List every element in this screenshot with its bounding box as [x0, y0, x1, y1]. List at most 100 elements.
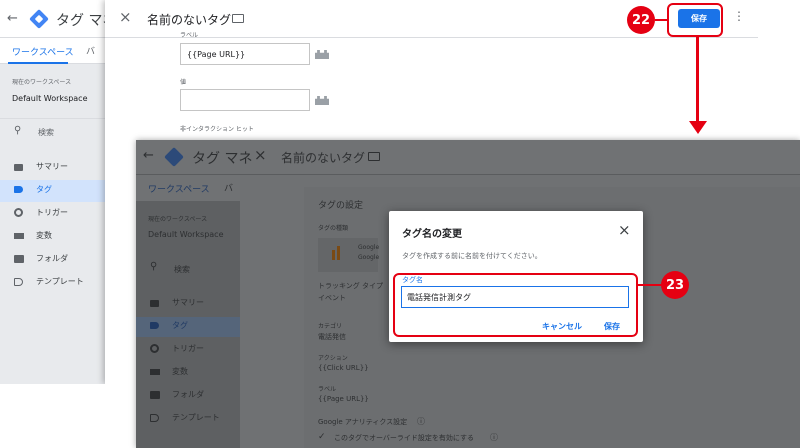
- nav-item[interactable]: サマリー: [150, 296, 238, 319]
- analytics-bar: [337, 246, 340, 260]
- search-label: 検索: [38, 128, 54, 137]
- tab-versions[interactable]: バ: [224, 181, 233, 194]
- help-icon[interactable]: ⓘ: [417, 416, 425, 427]
- tag-type-sub: Google: [358, 254, 380, 261]
- field-label: 非インタラクション ヒット: [180, 126, 254, 133]
- summary-icon: [14, 164, 23, 171]
- back-app-header: ← タグ マネ: [0, 0, 116, 38]
- connector-line: [638, 284, 662, 286]
- tag-type-label: タグの種類: [318, 225, 349, 232]
- more-menu-icon[interactable]: ⋮: [733, 9, 745, 23]
- nav-item[interactable]: フォルダ: [14, 252, 102, 275]
- tracking-label: トラッキング タイプ: [318, 282, 384, 290]
- tab-workspace[interactable]: ワークスペース: [148, 182, 210, 195]
- dialog-title: タグ名の変更: [402, 229, 462, 240]
- nav-item[interactable]: タグ: [14, 183, 102, 206]
- workspace-caption: 現在のワークスペース: [148, 216, 208, 223]
- active-tab-indicator: [8, 62, 68, 64]
- checkbox-check-icon[interactable]: ✓: [318, 432, 326, 442]
- summary-icon: [150, 300, 159, 307]
- category-value: 電話発信: [318, 333, 346, 341]
- front-search[interactable]: ⚲ 検索: [136, 255, 240, 283]
- tag-icon: [150, 322, 159, 329]
- tab-workspace[interactable]: ワークスペース: [12, 45, 74, 58]
- nav-item[interactable]: 変数: [14, 229, 102, 252]
- back-nav: サマリー タグ トリガー 変数 フォルダ テンプレート: [14, 160, 102, 298]
- nav-item[interactable]: トリガー: [150, 342, 238, 365]
- connector-line: [655, 19, 667, 21]
- panel-title[interactable]: 名前のないタグ: [147, 11, 231, 28]
- workspace-name: Default Workspace: [148, 230, 224, 239]
- nav-item[interactable]: テンプレート: [14, 275, 102, 298]
- front-nav: サマリー タグ トリガー 変数 フォルダ テンプレート: [150, 296, 238, 434]
- value-field[interactable]: [180, 89, 310, 111]
- tab-versions[interactable]: バ: [86, 44, 95, 57]
- panel-title[interactable]: 名前のないタグ: [281, 149, 365, 166]
- front-app-header: ← タグ マネ × 名前のないタグ: [136, 140, 800, 175]
- label-value: {{Page URL}}: [318, 395, 369, 403]
- gtm-logo-icon: [29, 9, 49, 29]
- arrow-down-icon: [689, 121, 707, 134]
- workspace-selector[interactable]: 現在のワークスペース Default Workspace: [136, 211, 240, 249]
- nav-item[interactable]: 変数: [150, 365, 238, 388]
- search-icon: ⚲: [150, 261, 158, 272]
- variables-icon: [14, 233, 24, 239]
- gtm-logo-icon: [164, 147, 184, 167]
- tag-type-tile[interactable]: Google Google: [318, 238, 380, 272]
- ga-settings-label: Google アナリティクス設定: [318, 418, 408, 426]
- label-field[interactable]: {{Page URL}}: [180, 43, 310, 65]
- folder-icon: [14, 255, 24, 263]
- tracking-value: イベント: [318, 294, 346, 302]
- nav-item[interactable]: サマリー: [14, 160, 102, 183]
- workspace-name: Default Workspace: [12, 94, 88, 103]
- nav-label: タグ: [36, 185, 52, 194]
- label-label: ラベル: [318, 386, 337, 393]
- step-badge-23: 23: [661, 271, 689, 299]
- nav-item[interactable]: トリガー: [14, 206, 102, 229]
- folder-icon[interactable]: [368, 152, 380, 161]
- action-value: {{Click URL}}: [318, 364, 369, 372]
- nav-label: サマリー: [172, 298, 204, 307]
- variable-picker-icon[interactable]: [315, 50, 329, 59]
- trigger-icon: [14, 208, 23, 217]
- step-badge-22: 22: [627, 6, 655, 34]
- nav-label: サマリー: [36, 162, 68, 171]
- field-label: ラベル: [180, 32, 199, 39]
- nav-label: テンプレート: [36, 277, 84, 286]
- screenshot-stage: ← タグ マネ ワークスペース バ 現在のワークスペース Default Wor…: [0, 0, 800, 448]
- template-icon: [14, 278, 23, 286]
- override-checkbox-label: このタグでオーバーライド設定を有効にする: [334, 434, 474, 442]
- action-label: アクション: [318, 355, 348, 362]
- search-label: 検索: [174, 265, 190, 274]
- nav-label: フォルダ: [36, 254, 68, 263]
- close-icon[interactable]: ×: [254, 146, 267, 164]
- help-icon[interactable]: ⓘ: [490, 432, 498, 443]
- nav-label: タグ: [172, 321, 188, 330]
- back-arrow-icon[interactable]: ←: [143, 148, 154, 163]
- arrow-shaft: [696, 37, 699, 123]
- variables-icon: [150, 369, 160, 375]
- close-icon[interactable]: ×: [618, 221, 631, 239]
- nav-label: テンプレート: [172, 413, 220, 422]
- variable-picker-icon[interactable]: [315, 96, 329, 105]
- back-search[interactable]: ⚲ 検索: [0, 118, 105, 144]
- nav-item[interactable]: タグ: [150, 319, 238, 342]
- folder-icon[interactable]: [232, 14, 244, 23]
- tag-type-name: Google: [358, 244, 380, 251]
- analytics-icon: [332, 250, 335, 260]
- highlight-tag-name-box: [393, 273, 638, 337]
- nav-item[interactable]: フォルダ: [150, 388, 238, 411]
- workspace-selector[interactable]: 現在のワークスペース Default Workspace: [0, 73, 105, 115]
- nav-item[interactable]: テンプレート: [150, 411, 238, 434]
- front-app-title: タグ マネ: [192, 151, 253, 167]
- back-arrow-icon[interactable]: ←: [7, 11, 18, 26]
- front-tabs: ワークスペース バ: [136, 175, 240, 201]
- search-icon: ⚲: [14, 125, 22, 136]
- nav-label: トリガー: [172, 344, 204, 353]
- dialog-subtitle: タグを作成する前に名前を付けてください。: [402, 252, 542, 260]
- template-icon: [150, 414, 159, 422]
- nav-label: トリガー: [36, 208, 68, 217]
- close-icon[interactable]: ×: [119, 8, 132, 26]
- nav-label: フォルダ: [172, 390, 204, 399]
- nav-label: 変数: [172, 367, 188, 376]
